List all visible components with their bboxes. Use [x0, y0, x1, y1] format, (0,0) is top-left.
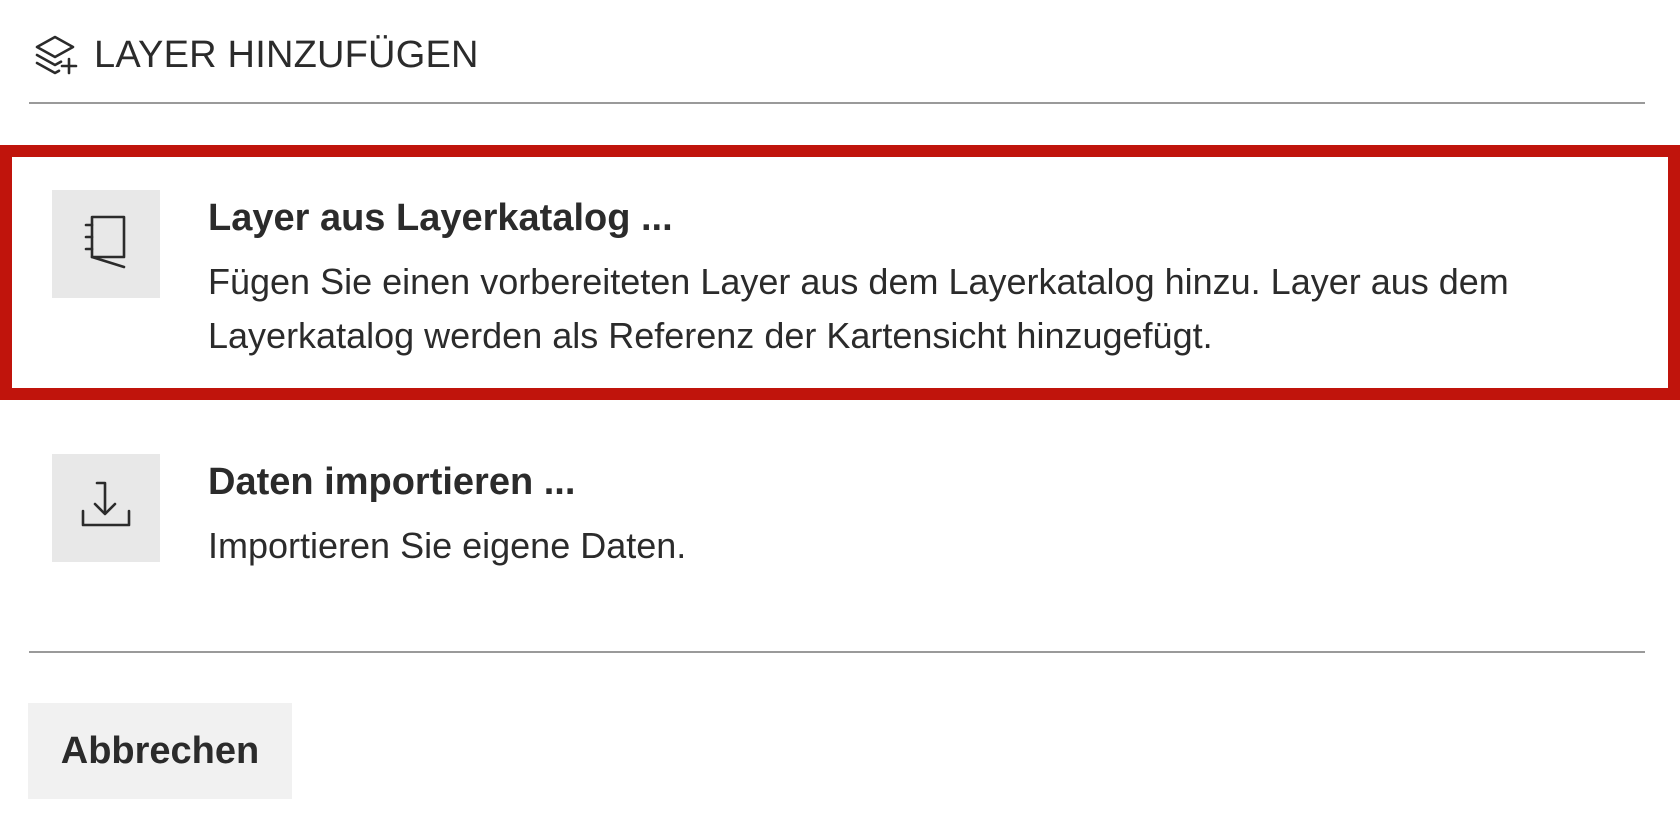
option-import-data[interactable]: Daten importieren ... Importieren Sie ei… — [0, 440, 1680, 620]
cancel-button[interactable]: Abbrechen — [28, 703, 292, 799]
option-icon-box — [52, 454, 160, 562]
option-title: Daten importieren ... — [208, 461, 576, 503]
option-title: Layer aus Layerkatalog ... — [208, 197, 673, 239]
import-download-icon — [77, 477, 135, 540]
option-text: Layer aus Layerkatalog ... Fügen Sie ein… — [208, 195, 1628, 363]
option-icon-box — [52, 190, 160, 298]
option-description: Fügen Sie einen vorbereiteten Layer aus … — [208, 261, 1509, 356]
dialog-title: LAYER HINZUFÜGEN — [94, 33, 479, 76]
catalog-book-icon — [78, 211, 134, 278]
option-layer-from-catalog[interactable]: Layer aus Layerkatalog ... Fügen Sie ein… — [0, 145, 1680, 400]
layers-add-icon — [30, 30, 80, 80]
header-divider — [29, 102, 1645, 104]
option-description: Importieren Sie eigene Daten. — [208, 525, 687, 566]
option-text: Daten importieren ... Importieren Sie ei… — [208, 459, 1640, 573]
footer-divider — [29, 651, 1645, 653]
dialog-header: LAYER HINZUFÜGEN — [30, 25, 479, 85]
